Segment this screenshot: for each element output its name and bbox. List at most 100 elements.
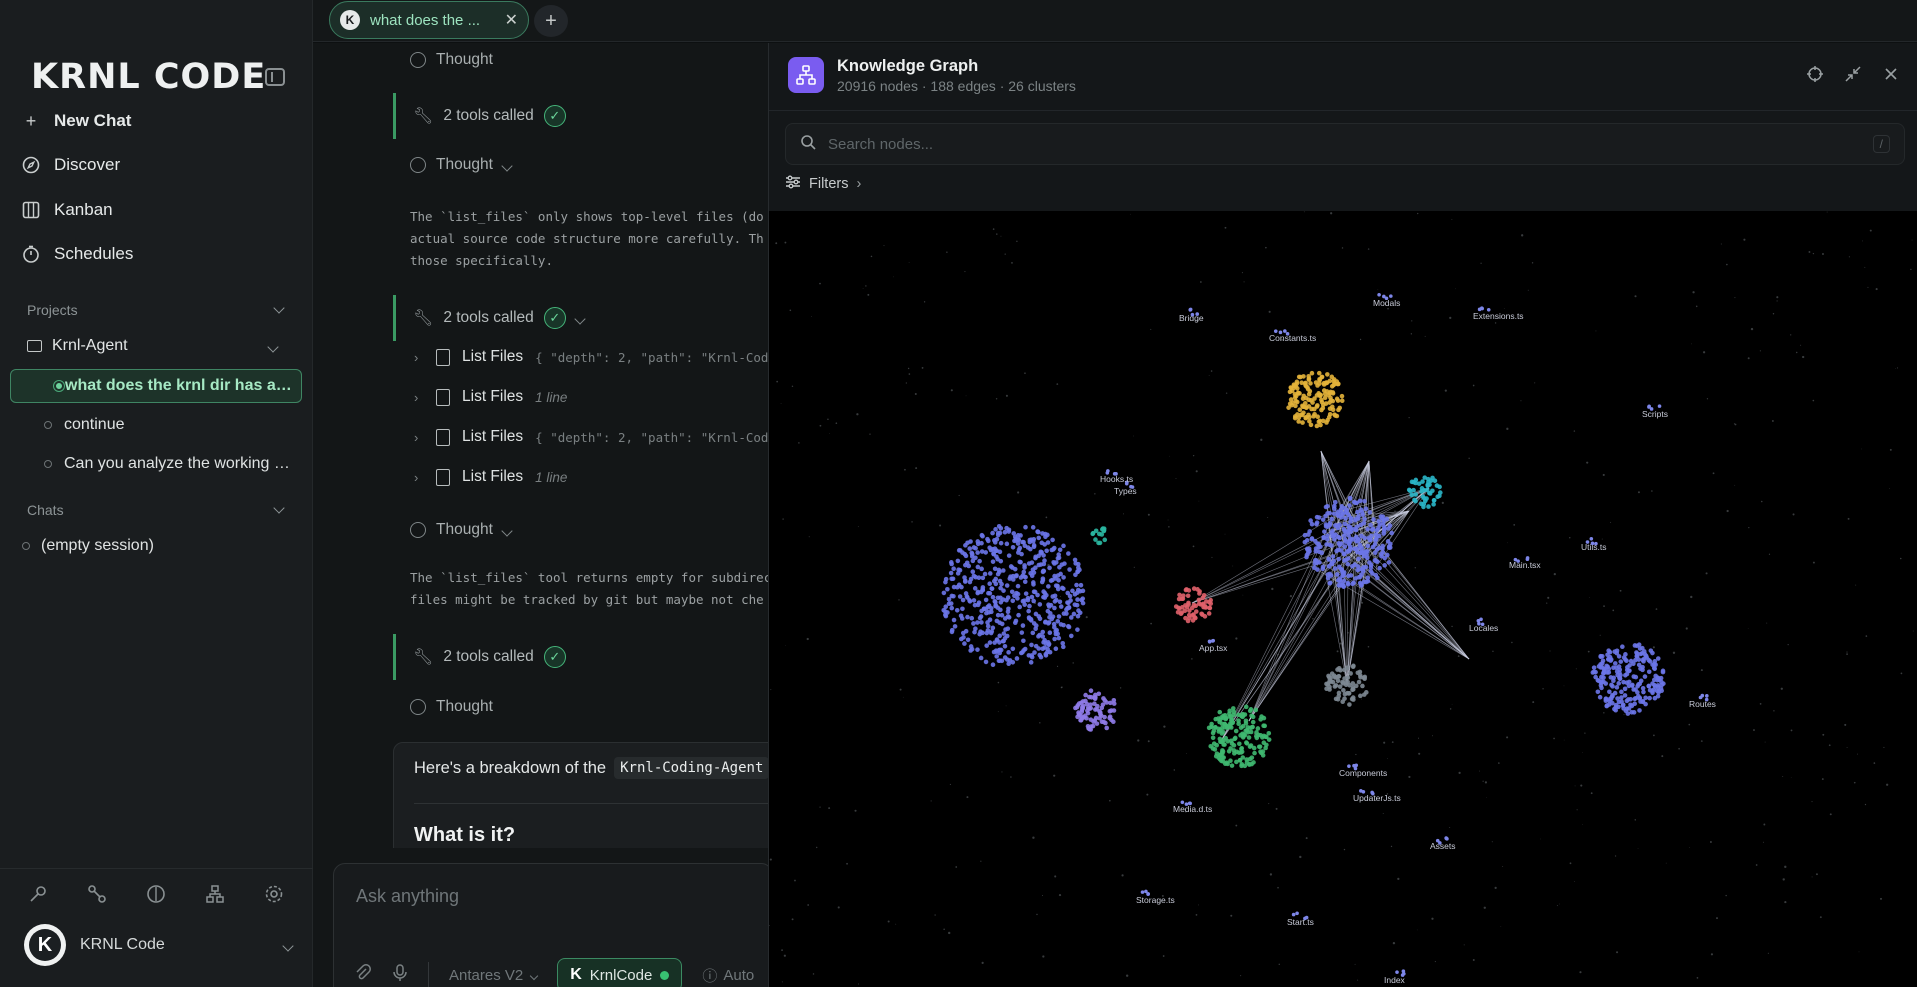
thought-block[interactable]: Thought bbox=[410, 698, 493, 716]
reasoning-line: actual source code structure more carefu… bbox=[410, 231, 764, 246]
microphone-icon[interactable] bbox=[392, 964, 408, 986]
graph-cluster[interactable] bbox=[1324, 663, 1369, 707]
new-chat-button[interactable]: + New Chat bbox=[22, 107, 132, 135]
session-item[interactable]: continue bbox=[10, 408, 302, 442]
collapse-sidebar-icon[interactable] bbox=[265, 68, 285, 86]
graph-cluster[interactable] bbox=[941, 523, 1086, 668]
wrench-icon: 🔧︎ bbox=[413, 310, 434, 327]
nav-schedules[interactable]: Schedules bbox=[22, 240, 133, 268]
composer-toolbar: Antares V2 K KrnlCode ⓘ Auto bbox=[354, 958, 754, 987]
chats-section-header[interactable]: Chats bbox=[27, 502, 285, 518]
chevron-down-icon bbox=[273, 502, 285, 514]
tools-called-block[interactable]: 🔧︎ 2 tools called ✓ bbox=[393, 295, 586, 341]
thought-block[interactable]: Thought bbox=[410, 51, 493, 69]
brand-logo: KRNL CODE bbox=[31, 57, 267, 97]
new-tab-button[interactable]: + bbox=[534, 5, 568, 37]
nav-kanban[interactable]: Kanban bbox=[22, 196, 113, 224]
filters-button[interactable]: Filters › bbox=[785, 175, 861, 193]
project-krnl-agent[interactable]: Krnl-Agent bbox=[27, 337, 283, 355]
chevron-down-icon bbox=[267, 341, 279, 353]
node-label[interactable]: Media.d.ts bbox=[1173, 804, 1212, 814]
tool-call-row[interactable]: › List Files { "depth": 2, "path": "Krnl… bbox=[414, 428, 768, 446]
minimize-icon[interactable] bbox=[1844, 65, 1862, 88]
tab-active-session[interactable]: K what does the ... ✕ bbox=[329, 1, 529, 39]
brain-icon bbox=[410, 522, 426, 538]
attach-icon[interactable] bbox=[354, 964, 372, 986]
node-label[interactable]: Storage.ts bbox=[1136, 895, 1175, 905]
graph-cluster[interactable] bbox=[1173, 586, 1214, 624]
graph-cluster[interactable] bbox=[1590, 642, 1666, 716]
node-label[interactable]: Assets bbox=[1430, 841, 1456, 851]
graph-icon[interactable] bbox=[204, 883, 226, 905]
model-selector[interactable]: Antares V2 bbox=[449, 966, 539, 984]
thought-label: Thought bbox=[436, 156, 493, 173]
file-icon bbox=[436, 388, 450, 406]
avatar: K bbox=[24, 924, 66, 966]
graph-edges bbox=[1191, 450, 1470, 742]
node-label[interactable]: Extensions.ts bbox=[1473, 311, 1524, 321]
knowledge-graph-icon bbox=[788, 57, 824, 93]
kg-window-controls bbox=[1806, 65, 1900, 88]
graph-canvas[interactable]: ModalsBridge Extensions.tsScriptsTypesHoo… bbox=[769, 211, 1917, 987]
connections-icon[interactable] bbox=[86, 883, 108, 905]
node-label[interactable]: Routes bbox=[1689, 699, 1716, 709]
divider bbox=[428, 962, 429, 987]
thought-label: Thought bbox=[436, 521, 493, 538]
thought-block[interactable]: Thought bbox=[410, 156, 513, 174]
projects-section-header[interactable]: Projects bbox=[27, 302, 285, 318]
chevron-down-icon bbox=[501, 160, 513, 172]
answer-heading: What is it? bbox=[414, 803, 768, 847]
answer-intro: Here's a breakdown of the Krnl-Coding-Ag… bbox=[414, 757, 768, 779]
tool-call-row[interactable]: › List Files 1 line bbox=[414, 388, 567, 406]
chat-input[interactable]: Ask anything bbox=[356, 886, 459, 907]
settings-gear-icon[interactable] bbox=[263, 883, 285, 905]
auto-mode-toggle[interactable]: ⓘ Auto bbox=[702, 965, 754, 986]
brain-icon bbox=[410, 699, 426, 715]
user-name: KRNL Code bbox=[80, 936, 165, 953]
file-icon bbox=[436, 468, 450, 486]
user-menu[interactable]: K KRNL Code bbox=[24, 923, 294, 967]
file-icon bbox=[436, 348, 450, 366]
tab-title: what does the ... bbox=[370, 11, 481, 29]
brain-icon[interactable] bbox=[145, 883, 167, 905]
sliders-icon bbox=[785, 175, 801, 193]
node-label[interactable]: App.tsx bbox=[1199, 643, 1228, 653]
tools-called-block[interactable]: 🔧︎ 2 tools called ✓ bbox=[393, 93, 566, 139]
tool-call-row[interactable]: › List Files { "depth": 2, "path": "Krnl… bbox=[414, 348, 768, 366]
graph-cluster[interactable] bbox=[1073, 688, 1117, 732]
search-input[interactable] bbox=[828, 135, 1861, 153]
kg-title: Knowledge Graph bbox=[837, 57, 979, 75]
close-icon[interactable] bbox=[1882, 65, 1900, 88]
node-label[interactable]: Main.tsx bbox=[1509, 560, 1541, 570]
thought-block[interactable]: Thought bbox=[410, 521, 513, 539]
node-label[interactable]: UpdaterJs.ts bbox=[1353, 793, 1401, 803]
recenter-icon[interactable] bbox=[1806, 65, 1824, 88]
key-icon[interactable] bbox=[27, 883, 49, 905]
tool-call-name: List Files bbox=[462, 388, 524, 405]
agent-selector[interactable]: K KrnlCode bbox=[557, 958, 683, 987]
nav-discover[interactable]: Discover bbox=[22, 151, 120, 179]
session-item-active[interactable]: what does the krnl dir has and... bbox=[10, 369, 302, 403]
graph-cluster[interactable] bbox=[1206, 704, 1272, 769]
close-icon[interactable]: ✕ bbox=[505, 10, 518, 30]
session-status-icon bbox=[44, 460, 52, 468]
reasoning-line: files might be tracked by git but maybe … bbox=[410, 592, 764, 607]
thought-label: Thought bbox=[436, 698, 493, 715]
sidebar-footer: K KRNL Code bbox=[0, 868, 313, 987]
session-item[interactable]: Can you analyze the working of... bbox=[10, 447, 302, 481]
answer-inline-code: Krnl-Coding-Agent bbox=[614, 757, 768, 779]
chevron-right-icon: › bbox=[414, 469, 419, 485]
graph-cluster[interactable] bbox=[1286, 370, 1345, 429]
graph-cluster[interactable] bbox=[1090, 526, 1108, 546]
wrench-icon: 🔧︎ bbox=[413, 649, 434, 666]
node-label[interactable]: Start.ts bbox=[1287, 917, 1314, 927]
composer: Ask anything Antares V2 K KrnlCode ⓘ Aut… bbox=[333, 863, 768, 987]
model-name: Antares V2 bbox=[449, 966, 524, 984]
node-label[interactable]: Constants.ts bbox=[1269, 333, 1316, 343]
node-label[interactable]: Components bbox=[1339, 768, 1387, 778]
node-label[interactable]: Scripts bbox=[1642, 409, 1668, 419]
tool-call-row[interactable]: › List Files 1 line bbox=[414, 468, 567, 486]
file-icon bbox=[436, 428, 450, 446]
tools-called-block[interactable]: 🔧︎ 2 tools called ✓ bbox=[393, 634, 566, 680]
chat-session-item[interactable]: (empty session) bbox=[22, 537, 154, 555]
